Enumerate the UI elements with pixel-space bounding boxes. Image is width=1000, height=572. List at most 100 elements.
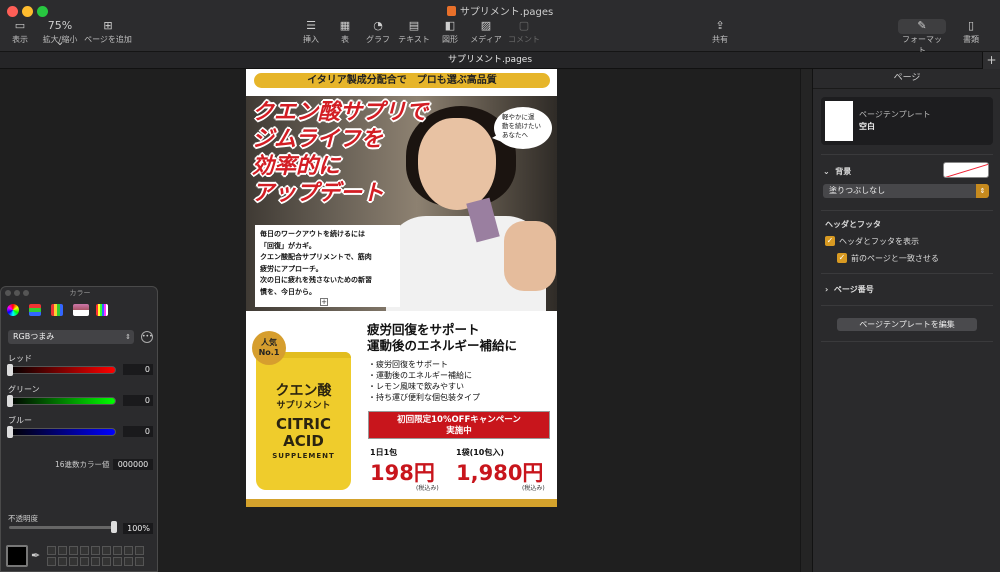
pencils-icon[interactable] [96,304,108,316]
sidebar-icon: ▭ [14,19,26,32]
swatch-slot[interactable] [113,546,122,555]
match-previous-checkbox[interactable]: ✓ [837,253,847,263]
document-button[interactable]: ▯ 書類 [960,18,982,45]
zoom-button[interactable]: 75% ⌄ 拡大/縮小 [42,18,78,48]
template-name: 空白 [859,122,875,131]
divider [821,273,993,274]
edit-template-button[interactable]: ページテンプレートを編集 [837,318,977,331]
header-footer-label: ヘッダとフッタ [825,220,881,229]
color-mode-select[interactable]: RGBつまみ ⇕ [8,330,134,344]
format-button[interactable]: ✎ フォーマット [900,18,944,56]
swatch-slot[interactable] [69,557,78,566]
view-button[interactable]: ▭ 表示 [8,18,32,45]
swatch-slot[interactable] [69,546,78,555]
inspector-header: ページ [813,69,1000,89]
comment-button[interactable]: ▢ コメント [508,18,540,45]
opacity-label: 不透明度 [8,514,38,523]
swatch-slot[interactable] [91,546,100,555]
swatch-slot[interactable] [135,546,144,555]
hex-field[interactable]: 000000 [113,459,153,470]
swatch-slot[interactable] [47,546,56,555]
document-tab[interactable]: サプリメント.pages [0,52,980,69]
blue-slider-knob[interactable] [7,426,13,438]
red-slider-knob[interactable] [7,364,13,376]
image-palette-icon[interactable] [73,304,89,316]
saved-swatches[interactable] [47,546,153,566]
text-overflow-indicator[interactable]: + [320,298,328,306]
sliders-icon[interactable] [29,304,41,316]
add-page-icon: ⊞ [103,19,113,32]
green-value-field[interactable]: 0 [123,395,153,406]
swatch-slot[interactable] [113,557,122,566]
blue-slider[interactable] [9,428,116,436]
headline-line: 効率的に [252,154,341,179]
page-number-section[interactable]: › ページ番号 [825,284,874,295]
banner[interactable]: イタリア製成分配合で プロも選ぶ高品質 [254,73,550,88]
red-value-field[interactable]: 0 [123,364,153,375]
document-page[interactable]: イタリア製成分配合で プロも選ぶ高品質 クエン酸サプリで ジムライフを 効率的に… [246,69,557,507]
current-color-well[interactable] [6,545,28,567]
campaign-line: 初回限定10%OFFキャンペーン [397,415,521,425]
swatch-slot[interactable] [91,557,100,566]
show-header-footer-label: ヘッダとフッタを表示 [839,237,919,246]
body-line: 疲労にアプローチ。 [260,264,323,273]
background-color-swatch[interactable] [943,162,989,178]
swatch-slot[interactable] [124,557,133,566]
product-package[interactable]: クエン酸 サプリメント CITRIC ACID SUPPLEMENT [256,352,351,490]
opacity-field[interactable]: 100% [123,523,153,534]
chevron-updown-icon: ⇕ [125,333,131,341]
show-header-footer-checkbox[interactable]: ✓ [825,236,835,246]
shape-button[interactable]: ◧ 図形 [440,18,460,45]
swatch-slot[interactable] [58,557,67,566]
swatch-slot[interactable] [124,546,133,555]
headline-line: ジムライフを [252,127,383,152]
share-button[interactable]: ⇪ 共有 [710,18,730,45]
opacity-slider[interactable] [9,526,116,529]
product-heading[interactable]: 疲労回復をサポート 運動後のエネルギー補給に [367,322,553,354]
page-template-box[interactable]: ページテンプレート 空白 [821,97,993,145]
divider [821,154,993,155]
vertical-scrollbar[interactable] [800,69,812,572]
tab-bar: サプリメント.pages + [0,52,1000,69]
more-options-icon[interactable]: ••• [141,331,153,343]
share-icon: ⇪ [715,19,725,32]
green-slider-knob[interactable] [7,395,13,407]
color-panel: カラー RGBつまみ ⇕ ••• レッド 0 グリーン 0 ブルー 0 16進数カ… [0,286,158,572]
new-tab-button[interactable]: + [982,52,1000,69]
blue-value-field[interactable]: 0 [123,426,153,437]
media-button[interactable]: ▨ メディア [470,18,502,45]
feature-list[interactable]: ・疲労回復をサポート ・運動後のエネルギー補給に ・レモン風味で飲みやすい ・持… [368,359,554,403]
background-section[interactable]: ⌄ 背景 [823,166,851,177]
photo-icon: ▨ [480,19,492,32]
bottom-band [246,499,557,507]
campaign-line: 実施中 [446,426,472,436]
swatch-slot[interactable] [58,546,67,555]
popularity-badge[interactable]: 人気 No.1 [252,331,286,365]
red-slider[interactable] [9,366,116,374]
swatch-slot[interactable] [80,546,89,555]
campaign-banner[interactable]: 初回限定10%OFFキャンペーン 実施中 [368,411,550,439]
badge-line: 人気 [261,338,277,347]
chevron-right-icon: › [825,285,829,294]
palette-icon[interactable] [51,304,63,316]
table-button[interactable]: ▦ 表 [336,18,354,45]
swatch-slot[interactable] [102,557,111,566]
headline-line: アップデート [252,181,385,206]
text-button[interactable]: ▤ テキスト [398,18,430,45]
swatch-slot[interactable] [47,557,56,566]
chart-button[interactable]: ◔ グラフ [366,18,390,45]
swatch-slot[interactable] [135,557,144,566]
color-wheel-icon[interactable] [7,304,19,316]
swatch-slot[interactable] [102,546,111,555]
opacity-slider-knob[interactable] [111,521,117,533]
fill-select[interactable]: 塗りつぶしなし ⇕ [823,184,989,198]
add-page-button[interactable]: ⊞ ページを追加 [84,18,132,45]
eyedropper-icon[interactable]: ✒ [31,549,40,562]
speech-bubble[interactable]: 軽やかに運 動を続けたい あなたへ [494,107,552,149]
insert-button[interactable]: ☰ 挿入 [300,18,322,45]
green-slider[interactable] [9,397,116,405]
swatch-slot[interactable] [80,557,89,566]
headline[interactable]: クエン酸サプリで ジムライフを 効率的に アップデート [252,99,452,207]
list-item: ・持ち運び便利な個包装タイプ [368,393,480,402]
body-textbox[interactable]: 毎日のワークアウトを続けるには 「回復」がカギ。 クエン酸配合サプリメントで、筋… [255,225,400,307]
